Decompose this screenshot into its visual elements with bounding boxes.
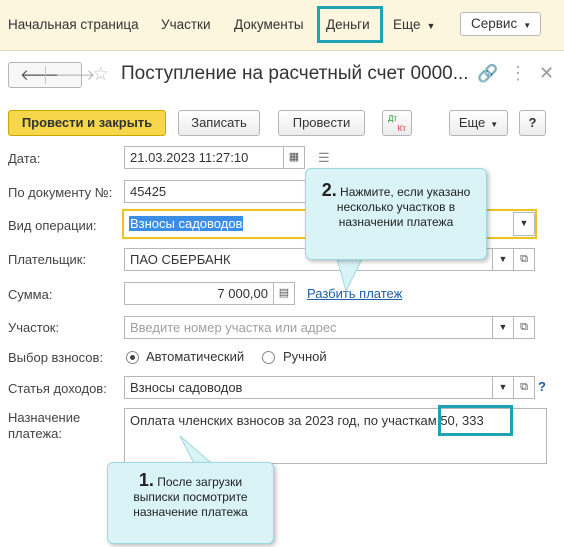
- highlight-money-tab: [317, 6, 383, 43]
- chevron-down-icon: ▼: [426, 21, 436, 31]
- highlight-plot-numbers: [438, 405, 513, 436]
- date-input[interactable]: 21.03.2023 11:27:10: [124, 146, 284, 169]
- amount-label: Сумма:: [8, 287, 53, 302]
- dt-label: Дт: [388, 114, 398, 123]
- callout-two-line2: несколько участков в: [336, 200, 456, 214]
- help-icon[interactable]: ?: [538, 379, 546, 394]
- plot-label: Участок:: [8, 320, 60, 335]
- income-item-label: Статья доходов:: [8, 381, 107, 396]
- callout-one-number: 1.: [138, 470, 154, 490]
- operation-type-value: Взносы садоводов: [129, 216, 244, 231]
- plot-open-icon[interactable]: ⧉: [513, 316, 535, 339]
- plot-dropdown-icon[interactable]: ▼: [492, 316, 514, 339]
- radio-manual[interactable]: [262, 351, 275, 364]
- amount-input[interactable]: 7 000,00: [124, 282, 274, 305]
- divider: [45, 66, 46, 84]
- kt-label: Кт: [397, 124, 406, 133]
- calendar-icon[interactable]: ▦: [283, 146, 305, 169]
- contribution-choice-label: Выбор взносов:: [8, 350, 104, 365]
- radio-manual-label: Ручной: [283, 349, 327, 364]
- plot-input[interactable]: Введите номер участка или адрес: [124, 316, 493, 339]
- nav-home[interactable]: Начальная страница: [8, 17, 139, 32]
- more-vertical-icon[interactable]: ⋮: [509, 63, 527, 84]
- radio-automatic-label: Автоматический: [146, 349, 245, 364]
- operation-type-dropdown-icon[interactable]: ▼: [513, 212, 535, 236]
- post-button[interactable]: Провести: [278, 110, 365, 136]
- service-menu-button[interactable]: Сервис ▼: [460, 12, 541, 36]
- post-and-close-button[interactable]: Провести и закрыть: [8, 110, 166, 136]
- dt-kt-icon[interactable]: Дт Кт: [382, 110, 412, 136]
- operation-type-label: Вид операции:: [8, 218, 97, 233]
- service-label: Сервис: [471, 16, 518, 31]
- radio-automatic[interactable]: [126, 351, 139, 364]
- more-actions-label: Еще: [458, 115, 486, 130]
- income-item-open-icon[interactable]: ⧉: [513, 376, 535, 399]
- income-item-input[interactable]: Взносы садоводов: [124, 376, 493, 399]
- chevron-down-icon: ▼: [490, 120, 499, 129]
- save-button[interactable]: Записать: [178, 110, 260, 136]
- chevron-down-icon: ▼: [523, 21, 532, 30]
- comment-list-icon[interactable]: ☰: [318, 150, 330, 166]
- callout-one-line2: выписки посмотрите: [133, 490, 248, 504]
- help-button[interactable]: ?: [519, 110, 546, 136]
- nav-more-label: Еще: [393, 17, 421, 32]
- payer-label: Плательщик:: [8, 252, 87, 267]
- document-title: Поступление на расчетный счет 0000...: [121, 63, 469, 84]
- callout-two-line3: назначении платежа: [338, 215, 454, 229]
- history-nav-buttons: 🡐 🡒: [8, 62, 95, 88]
- more-actions-button[interactable]: Еще ▼: [449, 110, 508, 136]
- callout-two-text1: Нажмите, если указано: [340, 185, 471, 199]
- purpose-label-line2: платежа:: [8, 426, 62, 441]
- callout-two-pointer: [335, 255, 365, 293]
- callout-two: 2. Нажмите, если указано несколько участ…: [305, 168, 487, 260]
- doc-number-input[interactable]: 45425: [124, 180, 307, 203]
- income-item-dropdown-icon[interactable]: ▼: [492, 376, 514, 399]
- callout-one-text1: После загрузки: [157, 475, 243, 489]
- date-label: Дата:: [8, 151, 41, 166]
- callout-one: 1. После загрузки выписки посмотрите наз…: [107, 462, 274, 544]
- nav-plots[interactable]: Участки: [161, 17, 211, 32]
- nav-documents[interactable]: Документы: [234, 17, 304, 32]
- doc-number-label: По документу №:: [8, 185, 113, 200]
- nav-more[interactable]: Еще ▼: [393, 17, 435, 32]
- callout-two-number: 2.: [321, 180, 337, 200]
- calculator-icon[interactable]: ▤: [273, 282, 295, 305]
- payer-open-icon[interactable]: ⧉: [513, 248, 535, 271]
- callout-two-line1: 2. Нажмите, если указано: [306, 180, 486, 200]
- top-navigation-bar: Начальная страница Участки Документы Ден…: [0, 0, 564, 51]
- close-icon[interactable]: ✕: [539, 63, 554, 84]
- link-icon[interactable]: 🔗: [477, 64, 498, 84]
- forward-arrow-icon[interactable]: 🡒: [55, 65, 95, 84]
- payer-dropdown-icon[interactable]: ▼: [492, 248, 514, 271]
- callout-one-line1: 1. После загрузки: [108, 470, 273, 490]
- callout-one-line3: назначение платежа: [133, 505, 248, 519]
- star-icon[interactable]: ☆: [92, 63, 109, 86]
- purpose-label-line1: Назначение: [8, 410, 81, 425]
